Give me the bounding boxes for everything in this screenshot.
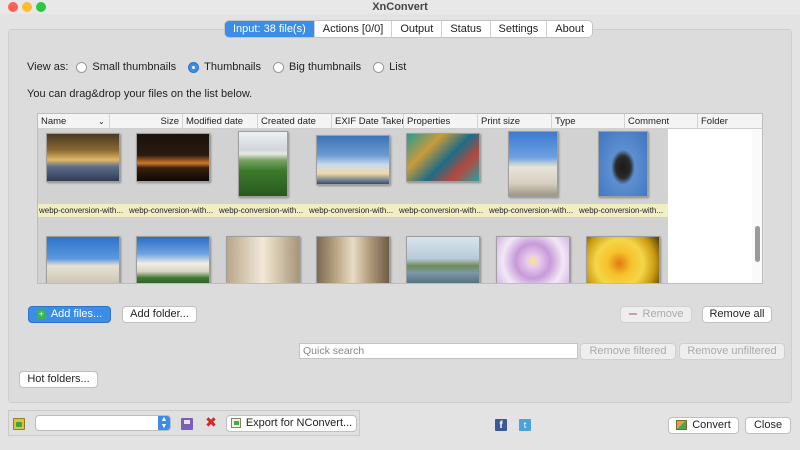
close-button[interactable]: Close <box>745 417 791 434</box>
file-list-scrollbar[interactable] <box>752 129 762 283</box>
column-properties[interactable]: Properties <box>404 114 478 129</box>
thumbnail-item[interactable] <box>218 222 308 283</box>
thumbnail-item[interactable] <box>128 222 218 283</box>
thumbnail-image <box>46 133 120 182</box>
save-icon[interactable] <box>181 418 193 430</box>
thumbnail-image <box>406 133 480 182</box>
preset-select[interactable]: ▲ ▼ <box>35 415 171 431</box>
column-folder[interactable]: Folder <box>698 114 762 129</box>
thumbnail-item[interactable]: webp-conversion-with... <box>128 129 218 217</box>
tab-input[interactable]: Input: 38 file(s) <box>225 21 315 37</box>
minus-icon <box>628 313 637 316</box>
scrollbar-thumb[interactable] <box>755 226 760 262</box>
remove-button[interactable]: Remove <box>620 306 692 323</box>
column-exif-date[interactable]: EXIF Date Taken <box>332 114 404 129</box>
radio-list[interactable]: List <box>373 61 406 73</box>
tab-bar: Input: 38 file(s) Actions [0/0] Output S… <box>224 20 594 38</box>
thumbnail-image <box>316 135 390 185</box>
file-list[interactable]: Name ⌄ Size Modified date Created date EX… <box>37 113 763 284</box>
thumbnail-caption: webp-conversion-with... <box>398 204 488 217</box>
thumbnail-caption: webp-conversion-with... <box>38 204 128 217</box>
delete-icon[interactable]: ✖ <box>205 415 217 429</box>
radio-label: Big thumbnails <box>289 61 362 73</box>
column-name[interactable]: Name ⌄ <box>38 114 110 129</box>
thumbnail-image <box>136 236 210 283</box>
thumbnail-image <box>598 131 648 197</box>
column-print-size[interactable]: Print size <box>478 114 552 129</box>
thumbnail-item[interactable]: webp-conversion-with... <box>398 129 488 217</box>
convert-button[interactable]: Convert <box>668 417 739 434</box>
quick-search-input[interactable] <box>299 343 578 359</box>
twitter-icon[interactable]: t <box>519 419 531 431</box>
save-icon-label <box>184 420 190 424</box>
radio-indicator[interactable] <box>373 61 385 73</box>
export-nconvert-button[interactable]: Export for NConvert... <box>226 415 357 432</box>
hot-folders-button[interactable]: Hot folders... <box>19 371 98 388</box>
thumbnail-caption: webp-conversion-with... <box>578 204 668 217</box>
add-folder-button[interactable]: Add folder... <box>122 306 197 323</box>
view-as-label: View as: <box>27 61 69 73</box>
radio-indicator[interactable] <box>273 61 284 73</box>
tab-actions[interactable]: Actions [0/0] <box>315 21 393 37</box>
export-icon <box>230 418 241 429</box>
view-as-group: View as: Small thumbnails Thumbnails Big… <box>27 61 418 73</box>
thumbnail-image <box>496 236 570 283</box>
thumbnail-item[interactable] <box>398 222 488 283</box>
tab-settings[interactable]: Settings <box>491 21 548 37</box>
thumbnail-image <box>238 131 288 197</box>
drag-drop-hint: You can drag&drop your files on the list… <box>27 88 253 100</box>
thumbnail-item[interactable] <box>38 222 128 283</box>
tab-status[interactable]: Status <box>442 21 491 37</box>
plus-icon: + <box>36 308 46 319</box>
thumbnail-item[interactable]: webp-conversion-with... <box>578 129 668 217</box>
thumbnail-item[interactable]: webp-conversion-with... <box>488 129 578 217</box>
thumbnail-caption: webp-conversion-with... <box>488 204 578 217</box>
thumbnail-caption: webp-conversion-with... <box>128 204 218 217</box>
radio-label: List <box>389 61 407 73</box>
column-created-date[interactable]: Created date <box>258 114 332 129</box>
sort-chevron-icon: ⌄ <box>98 117 105 126</box>
radio-indicator[interactable] <box>188 61 200 73</box>
thumbnail-item[interactable] <box>308 222 398 283</box>
radio-indicator[interactable] <box>76 61 88 73</box>
window-title: XnConvert <box>372 1 428 13</box>
thumbnail-image <box>508 131 558 197</box>
radio-label: Small thumbnails <box>92 61 177 73</box>
remove-unfiltered-button[interactable]: Remove unfiltered <box>679 343 785 360</box>
thumbnail-item[interactable]: webp-conversion-with... <box>218 129 308 217</box>
title-bar: XnConvert <box>0 0 800 14</box>
folder-badge-icon <box>16 422 22 427</box>
radio-big-thumbnails[interactable]: Big thumbnails <box>273 61 361 73</box>
open-folder-icon[interactable] <box>13 418 25 430</box>
thumbnail-item[interactable] <box>578 222 668 283</box>
radio-small-thumbnails[interactable]: Small thumbnails <box>76 61 176 73</box>
column-modified-date[interactable]: Modified date <box>183 114 258 129</box>
chevron-updown-icon: ▲ ▼ <box>158 416 170 430</box>
column-header-row: Name ⌄ Size Modified date Created date EX… <box>38 114 762 129</box>
thumbnail-caption: webp-conversion-with... <box>218 204 308 217</box>
radio-thumbnails[interactable]: Thumbnails <box>188 61 261 73</box>
column-type[interactable]: Type <box>552 114 625 129</box>
thumbnail-image <box>406 236 480 283</box>
thumbnail-image <box>586 236 660 283</box>
radio-label: Thumbnails <box>204 61 261 73</box>
remove-all-button[interactable]: Remove all <box>702 306 772 323</box>
remove-filtered-button[interactable]: Remove filtered <box>580 343 676 360</box>
thumbnail-caption: webp-conversion-with... <box>308 204 398 217</box>
column-size[interactable]: Size <box>110 114 183 129</box>
thumbnail-image <box>226 236 300 283</box>
column-comment[interactable]: Comment <box>625 114 698 129</box>
thumbnail-image <box>136 133 210 182</box>
add-files-button[interactable]: + Add files... <box>28 306 111 323</box>
facebook-icon[interactable]: f <box>495 419 507 431</box>
thumbnail-item[interactable]: webp-conversion-with... <box>38 129 128 217</box>
convert-icon <box>676 420 688 431</box>
tab-about[interactable]: About <box>547 21 592 37</box>
thumbnail-image <box>316 236 390 283</box>
thumbnail-grid: webp-conversion-with... webp-conversion-… <box>38 129 668 283</box>
thumbnail-item[interactable]: webp-conversion-with... <box>308 129 398 217</box>
thumbnail-item[interactable] <box>488 222 578 283</box>
tab-output[interactable]: Output <box>392 21 443 37</box>
thumbnail-image <box>46 236 120 283</box>
